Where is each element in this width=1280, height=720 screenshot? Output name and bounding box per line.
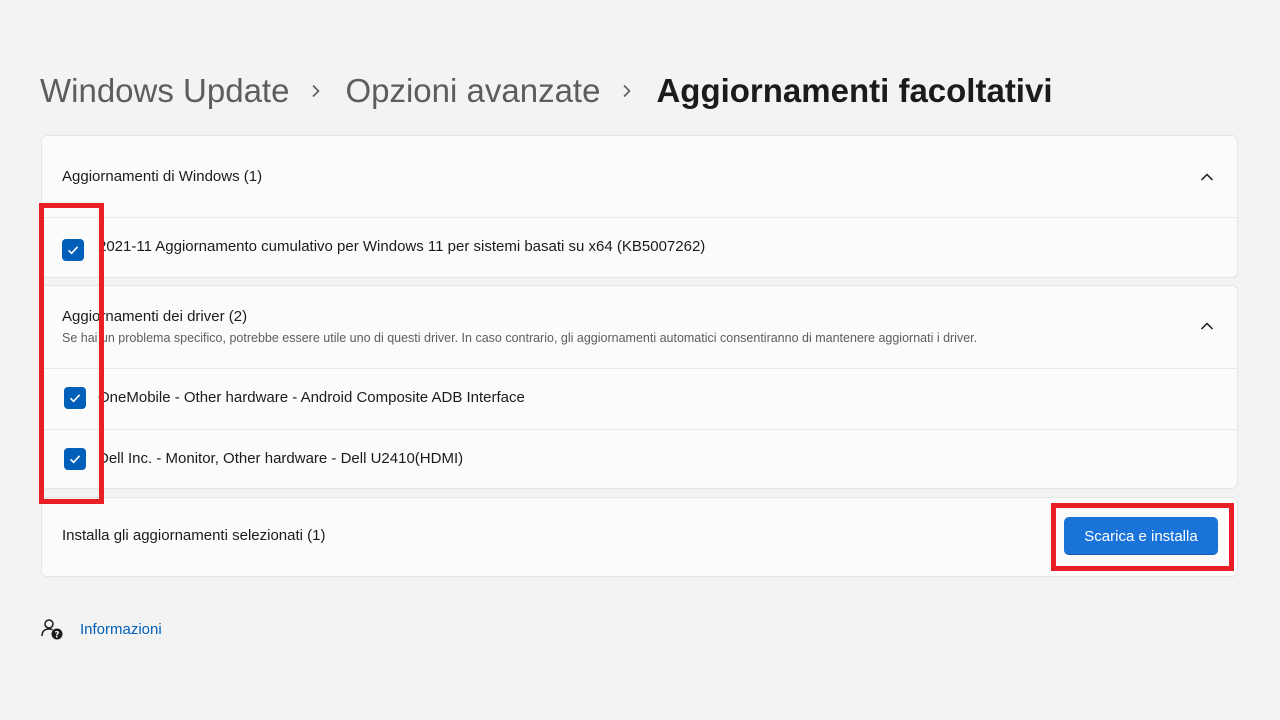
checkmark-icon: [69, 394, 81, 403]
driver-updates-title: Aggiornamenti dei driver (2): [62, 308, 248, 325]
breadcrumb-windows-update[interactable]: Windows Update: [40, 72, 289, 110]
update-label: 2021-11 Aggiornamento cumulativo per Win…: [98, 238, 706, 255]
install-selected-label: Installa gli aggiornamenti selezionati (…: [62, 527, 326, 544]
update-checkbox[interactable]: [62, 239, 84, 261]
chevron-right-icon: [312, 84, 321, 98]
chevron-up-icon[interactable]: [1199, 318, 1215, 334]
info-link[interactable]: Informazioni: [80, 621, 162, 638]
checkmark-icon: [69, 455, 81, 464]
driver-updates-header[interactable]: Aggiornamenti dei driver (2) Se hai un p…: [42, 286, 1237, 368]
breadcrumb-advanced-options[interactable]: Opzioni avanzate: [345, 72, 600, 110]
windows-updates-header[interactable]: Aggiornamenti di Windows (1): [42, 136, 1237, 217]
info-row: ? Informazioni: [40, 617, 162, 641]
page-title: Aggiornamenti facoltativi: [656, 72, 1053, 109]
download-install-button[interactable]: Scarica e installa: [1064, 517, 1218, 555]
checkmark-icon: [67, 246, 79, 255]
help-person-icon: ?: [41, 619, 63, 640]
list-item[interactable]: OneMobile - Other hardware - Android Com…: [42, 369, 1237, 429]
chevron-up-icon[interactable]: [1199, 169, 1215, 185]
driver-updates-description: Se hai un problema specifico, potrebbe e…: [62, 331, 978, 345]
list-item[interactable]: 2021-11 Aggiornamento cumulativo per Win…: [42, 218, 1237, 278]
chevron-right-icon: [623, 84, 632, 98]
install-section: Installa gli aggiornamenti selezionati (…: [41, 497, 1238, 577]
breadcrumb: Windows Update Opzioni avanzate Aggiorna…: [40, 66, 1053, 116]
driver-checkbox[interactable]: [64, 387, 86, 409]
windows-updates-section: Aggiornamenti di Windows (1) 2021-11 Agg…: [41, 135, 1238, 278]
svg-text:?: ?: [55, 630, 60, 640]
windows-updates-title: Aggiornamenti di Windows (1): [62, 168, 263, 185]
driver-label: Dell Inc. - Monitor, Other hardware - De…: [98, 450, 464, 467]
driver-label: OneMobile - Other hardware - Android Com…: [98, 389, 525, 406]
driver-checkbox[interactable]: [64, 448, 86, 470]
list-item[interactable]: Dell Inc. - Monitor, Other hardware - De…: [42, 430, 1237, 489]
driver-updates-section: Aggiornamenti dei driver (2) Se hai un p…: [41, 285, 1238, 489]
